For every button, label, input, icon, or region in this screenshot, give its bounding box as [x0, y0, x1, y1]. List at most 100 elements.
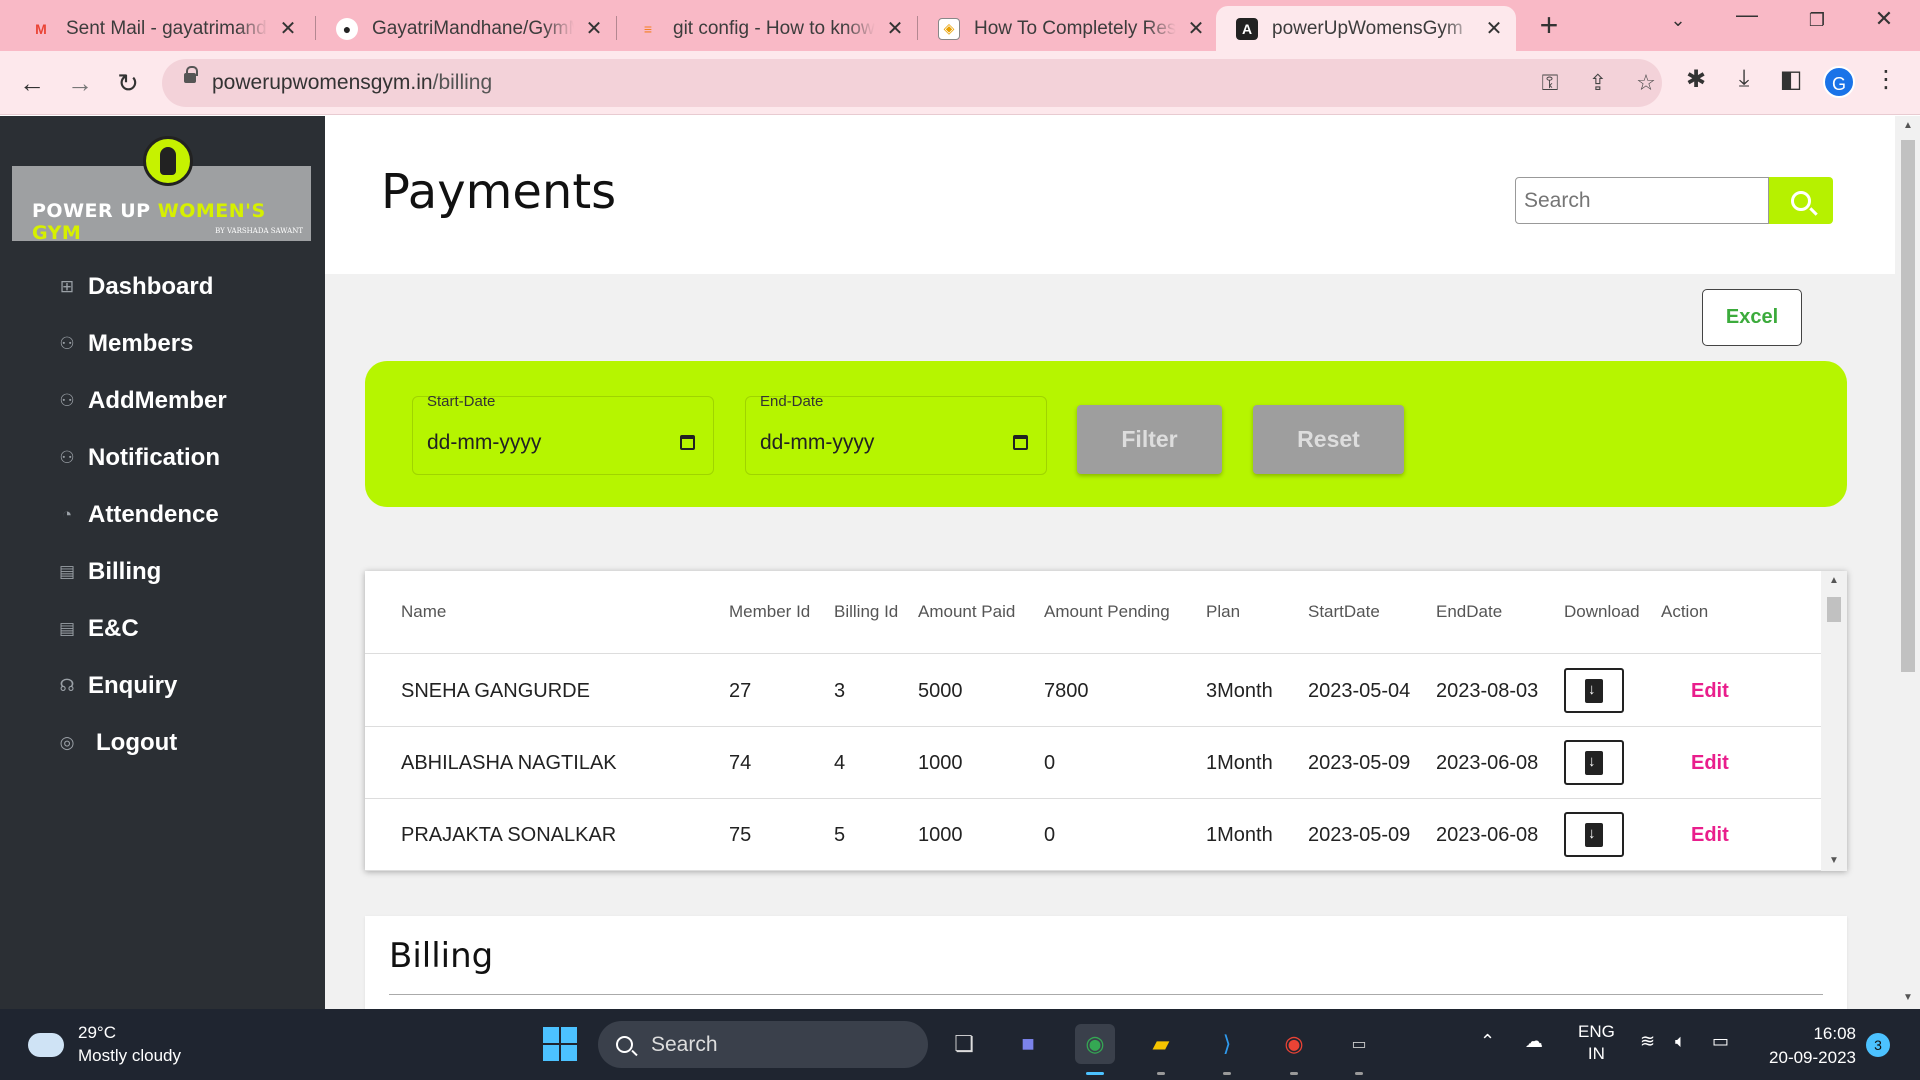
reset-button[interactable]: Reset [1253, 405, 1404, 474]
key-icon[interactable]: ⚿ [1536, 70, 1564, 96]
profile-avatar[interactable]: G [1823, 66, 1855, 98]
download-icon[interactable]: ⤓ [1728, 65, 1760, 93]
calendar-icon[interactable] [1013, 435, 1028, 450]
battery-icon[interactable]: ▭ [1712, 1031, 1729, 1052]
onedrive-cloud-icon[interactable]: ☁ [1525, 1031, 1543, 1052]
column-header-download: Download [1564, 602, 1640, 621]
excel-export-button[interactable]: Excel [1702, 289, 1802, 346]
filter-button[interactable]: Filter [1077, 405, 1222, 474]
sidebar-item-label: Members [88, 330, 194, 357]
browser-tab-reset[interactable]: ◈ How To Completely Reset ✕ [918, 6, 1218, 51]
chrome-profile-icon[interactable]: ◉ [1274, 1024, 1314, 1064]
download-button[interactable] [1564, 812, 1624, 857]
close-tab-icon[interactable]: ✕ [1484, 16, 1504, 41]
download-button[interactable] [1564, 740, 1624, 785]
search-icon [616, 1036, 633, 1053]
start-date-value[interactable]: dd-mm-yyyy [427, 431, 541, 455]
download-file-icon [1585, 750, 1603, 775]
wifi-icon[interactable]: ≋ [1640, 1031, 1655, 1052]
bookmark-star-icon[interactable]: ☆ [1632, 70, 1660, 96]
sidebar-item-enquiry[interactable]: ☊ Enquiry [58, 666, 177, 706]
end-date-field[interactable]: End-Date dd-mm-yyyy [745, 393, 1047, 475]
close-tab-icon[interactable]: ✕ [278, 16, 298, 41]
weather-widget[interactable]: 29°C Mostly cloudy [24, 1023, 181, 1066]
edit-link[interactable]: Edit [1691, 680, 1729, 703]
reload-icon[interactable]: ↻ [110, 65, 146, 101]
sidebar-item-dashboard[interactable]: ⊞ Dashboard [58, 267, 213, 307]
sidebar-item-attendence[interactable]: ◔ Attendence [58, 495, 219, 535]
close-tab-icon[interactable]: ✕ [584, 16, 604, 41]
close-tab-icon[interactable]: ✕ [1186, 16, 1206, 41]
table-scrollbar[interactable]: ▲ ▼ [1821, 571, 1847, 871]
table-row: ABHILASHA NAGTILAK 74 4 1000 0 1Month 20… [365, 727, 1821, 799]
restore-icon[interactable]: ❐ [1797, 10, 1837, 31]
edit-link[interactable]: Edit [1691, 752, 1729, 775]
edit-link[interactable]: Edit [1691, 824, 1729, 847]
start-date-field[interactable]: Start-Date dd-mm-yyyy [412, 393, 714, 475]
end-date-value[interactable]: dd-mm-yyyy [760, 431, 874, 455]
volume-icon[interactable]: 🔈︎ [1675, 1031, 1686, 1052]
cell-plan: 1Month [1206, 752, 1273, 774]
weather-desc: Mostly cloudy [78, 1046, 181, 1065]
cell-amount-paid: 1000 [918, 752, 963, 774]
scroll-down-icon[interactable]: ▼ [1903, 992, 1913, 1003]
system-clock[interactable]: 16:08 20-09-2023 [1760, 1022, 1856, 1070]
sidebar-item-members[interactable]: ⚇ Members [58, 324, 193, 364]
sidebar-item-logout[interactable]: ◎ Logout [58, 723, 178, 763]
sidebar-item-notification[interactable]: ⚇ Notification [58, 438, 220, 478]
close-tab-icon[interactable]: ✕ [885, 16, 905, 41]
page-scrollbar-thumb[interactable] [1901, 140, 1915, 672]
browser-tab-github[interactable]: ● GayatriMandhane/GymManagement ✕ [316, 6, 616, 51]
search-icon [1791, 190, 1811, 211]
new-tab-icon[interactable]: + [1537, 9, 1561, 41]
teams-chat-icon[interactable]: ■ [1008, 1024, 1048, 1064]
sidebar-item-billing[interactable]: ▤ Billing [58, 552, 161, 592]
forward-icon[interactable]: → [62, 65, 98, 101]
scroll-up-icon[interactable]: ▲ [1829, 575, 1839, 586]
file-explorer-icon[interactable]: ▰ [1141, 1024, 1181, 1064]
language-indicator[interactable]: ENG IN [1578, 1021, 1615, 1065]
browser-tab-gmail[interactable]: M Sent Mail - gayatrimandhane ✕ [10, 6, 310, 51]
chrome-icon[interactable]: ◉ [1075, 1024, 1115, 1064]
side-panel-icon[interactable]: ◧ [1775, 65, 1807, 94]
brand-white: POWER UP [32, 200, 158, 222]
start-button[interactable] [540, 1024, 580, 1064]
search-button[interactable] [1769, 177, 1833, 224]
search-field[interactable] [1515, 177, 1769, 224]
notification-badge[interactable]: 3 [1866, 1033, 1890, 1057]
download-button[interactable] [1564, 668, 1624, 713]
address-bar[interactable]: powerupwomensgym.in/billing ⚿ ⇪ ☆ [162, 59, 1662, 107]
share-icon[interactable]: ⇪ [1584, 70, 1612, 96]
taskbar-search[interactable]: Search [598, 1021, 928, 1068]
sidebar-item-e-and-c[interactable]: ▤ E&C [58, 609, 139, 649]
cell-end-date: 2023-06-08 [1436, 824, 1539, 846]
end-date-label: End-Date [760, 393, 824, 410]
calendar-icon[interactable] [680, 435, 695, 450]
sidebar-item-label: E&C [88, 615, 139, 642]
page-scrollbar[interactable]: ▲ ▼ [1895, 116, 1920, 1009]
cell-end-date: 2023-08-03 [1436, 680, 1539, 702]
minimize-icon[interactable]: — [1727, 2, 1767, 28]
vscode-icon[interactable]: ⟩ [1207, 1024, 1247, 1064]
cell-billing-id: 5 [834, 824, 846, 846]
gym-logo[interactable]: POWER UP WOMEN'S GYM BY VARSHADA SAWANT [12, 136, 311, 244]
task-view-icon[interactable]: ❏ [944, 1024, 984, 1064]
weather-temp: 29°C [78, 1023, 116, 1042]
table-scrollbar-thumb[interactable] [1827, 597, 1841, 622]
extensions-icon[interactable]: ✱ [1680, 65, 1712, 94]
menu-kebab-icon[interactable]: ⋮ [1870, 65, 1902, 94]
show-hidden-icons-chevron[interactable]: ⌃ [1480, 1031, 1495, 1052]
sidebar-item-addmember[interactable]: ⚇ AddMember [58, 381, 226, 421]
scroll-down-icon[interactable]: ▼ [1829, 855, 1839, 866]
table-row: PRAJAKTA SONALKAR 75 5 1000 0 1Month 202… [365, 799, 1821, 871]
close-window-icon[interactable]: ✕ [1864, 6, 1904, 32]
search-input[interactable] [1516, 178, 1768, 223]
browser-tab-stackoverflow[interactable]: ≡ git config - How to know the git usern… [617, 6, 917, 51]
back-icon[interactable]: ← [14, 65, 50, 101]
browser-tab-active[interactable]: A powerUpWomensGym ✕ [1216, 6, 1516, 51]
terminal-icon[interactable]: ▭ [1339, 1024, 1379, 1064]
scroll-up-icon[interactable]: ▲ [1903, 120, 1913, 131]
cell-start-date: 2023-05-09 [1308, 752, 1411, 774]
tab-search-chevron-icon[interactable]: ⌄ [1658, 10, 1698, 31]
url-path: /billing [432, 71, 493, 94]
